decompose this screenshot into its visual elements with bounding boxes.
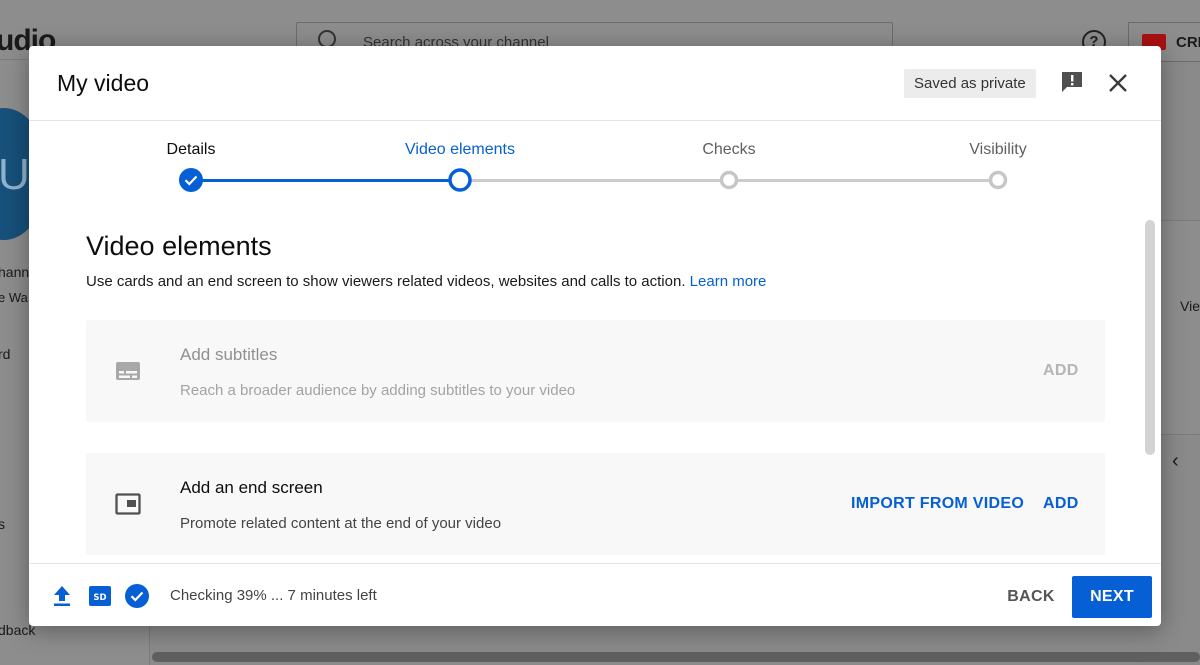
end-screen-card-title: Add an end screen — [180, 478, 323, 497]
dialog-header: My video Saved as private — [29, 46, 1161, 121]
check-circle-icon[interactable] — [124, 583, 150, 609]
sidebar-item-dashboard: rd — [0, 346, 11, 362]
dialog-title: My video — [57, 70, 150, 96]
saved-status-badge: Saved as private — [904, 69, 1036, 98]
dialog-content: Video elements Use cards and an end scre… — [29, 202, 1161, 562]
step-label-checks[interactable]: Checks — [702, 141, 755, 159]
sd-badge-label: SD — [93, 593, 106, 603]
subtitles-card: Add subtitles Reach a broader audience b… — [86, 320, 1105, 422]
background-scrollbar — [152, 652, 1200, 662]
step-label-visibility[interactable]: Visibility — [969, 141, 1027, 159]
feedback-icon[interactable] — [1060, 71, 1084, 93]
sidebar-item-settings: s — [0, 516, 5, 532]
step-video-elements-current-icon[interactable] — [447, 167, 473, 193]
channel-avatar-letter: U — [0, 150, 30, 199]
section-description: Use cards and an end screen to show view… — [86, 273, 766, 290]
upload-icon[interactable] — [51, 584, 73, 608]
section-description-text: Use cards and an end screen to show view… — [86, 273, 686, 290]
end-screen-card: Add an end screen Promote related conten… — [86, 453, 1105, 555]
sd-badge-icon[interactable]: SD — [88, 584, 112, 608]
end-screen-card-description: Promote related content at the end of yo… — [180, 515, 502, 532]
step-label-video-elements[interactable]: Video elements — [405, 141, 515, 159]
upload-stepper: Details Video elements Checks Visibility — [29, 122, 1161, 202]
back-button[interactable]: BACK — [997, 576, 1065, 618]
step-details-check-icon[interactable] — [178, 167, 204, 193]
content-scrollbar[interactable] — [1145, 220, 1155, 455]
subtitles-card-description: Reach a broader audience by adding subti… — [180, 382, 576, 399]
create-button-label: CRE — [1176, 34, 1200, 51]
background-views-label: Vie — [1180, 298, 1200, 314]
add-subtitles-button[interactable]: ADD — [1043, 362, 1079, 380]
step-visibility-pending-icon[interactable] — [987, 169, 1009, 191]
next-button[interactable]: NEXT — [1072, 576, 1152, 618]
close-icon[interactable] — [1107, 72, 1129, 94]
section-title: Video elements — [86, 231, 272, 261]
sidebar-channel-name: hann — [0, 264, 30, 280]
chevron-left-icon: ‹ — [1172, 450, 1179, 472]
learn-more-link[interactable]: Learn more — [690, 273, 767, 290]
import-from-video-button[interactable]: IMPORT FROM VIDEO — [851, 495, 1024, 513]
upload-status-text: Checking 39% ... 7 minutes left — [170, 587, 377, 604]
upload-dialog: My video Saved as private Details Video … — [29, 46, 1161, 626]
step-connector-completed — [191, 179, 459, 182]
subtitles-icon — [116, 362, 140, 380]
sidebar-channel-subtitle: e Wa — [0, 290, 28, 305]
add-end-screen-button[interactable]: ADD — [1043, 495, 1079, 513]
step-checks-pending-icon[interactable] — [718, 169, 740, 191]
step-label-details[interactable]: Details — [167, 141, 216, 159]
dialog-footer: SD Checking 39% ... 7 minutes left BACK … — [29, 563, 1161, 626]
end-screen-icon — [115, 493, 141, 515]
background-right-panel — [1160, 220, 1200, 435]
subtitles-card-title: Add subtitles — [180, 345, 278, 364]
